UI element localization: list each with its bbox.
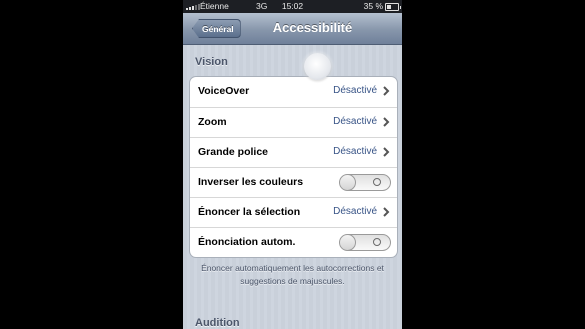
chevron-right-icon: [383, 86, 390, 96]
settings-row-speak-auto-text: Énonciation autom.: [190, 227, 397, 257]
row-label: Inverser les couleurs: [198, 176, 304, 188]
chevron-right-icon: [383, 207, 390, 217]
chevron-right-icon: [383, 147, 390, 157]
touch-point-indicator: [304, 53, 331, 80]
section-header-vision: Vision: [195, 56, 228, 68]
status-bar: Étienne 3G 15:02 35 %: [183, 0, 402, 13]
row-label: Zoom: [198, 116, 227, 128]
row-value: Désactivé: [333, 85, 377, 96]
page-title: Accessibilité: [272, 20, 353, 35]
speak-auto-text-toggle[interactable]: [339, 234, 391, 251]
row-label: Énoncer la sélection: [198, 206, 301, 218]
chevron-right-icon: [383, 117, 390, 127]
row-label: VoiceOver: [198, 85, 250, 97]
settings-row-invert-colors: Inverser les couleurs: [190, 167, 397, 197]
row-value: Désactivé: [333, 206, 377, 217]
navigation-bar: Général Accessibilité: [183, 13, 402, 45]
toggle-off-icon: [373, 178, 381, 186]
settings-group-vision: VoiceOver Désactivé Zoom Désactivé Grand…: [189, 76, 398, 258]
toggle-knob: [340, 175, 356, 190]
settings-row-speak-selection[interactable]: Énoncer la sélection Désactivé: [190, 197, 397, 227]
settings-row-voiceover[interactable]: VoiceOver Désactivé: [190, 77, 397, 107]
row-value: Désactivé: [333, 116, 377, 127]
toggle-knob: [340, 235, 356, 250]
settings-row-large-text[interactable]: Grande police Désactivé: [190, 137, 397, 167]
invert-colors-toggle[interactable]: [339, 174, 391, 191]
phone-screen: Étienne 3G 15:02 35 % Général Accessibil…: [183, 0, 402, 329]
battery-icon: [385, 3, 401, 11]
toggle-off-icon: [373, 238, 381, 246]
row-label: Grande police: [198, 146, 269, 158]
auto-text-footer-note: Énoncer automatiquement les autocorrecti…: [201, 263, 384, 286]
settings-row-zoom[interactable]: Zoom Désactivé: [190, 107, 397, 137]
row-value: Désactivé: [333, 146, 377, 157]
row-label: Énonciation autom.: [198, 236, 296, 248]
battery-percentage: 35 %: [363, 1, 383, 11]
section-header-audition: Audition: [195, 317, 240, 329]
